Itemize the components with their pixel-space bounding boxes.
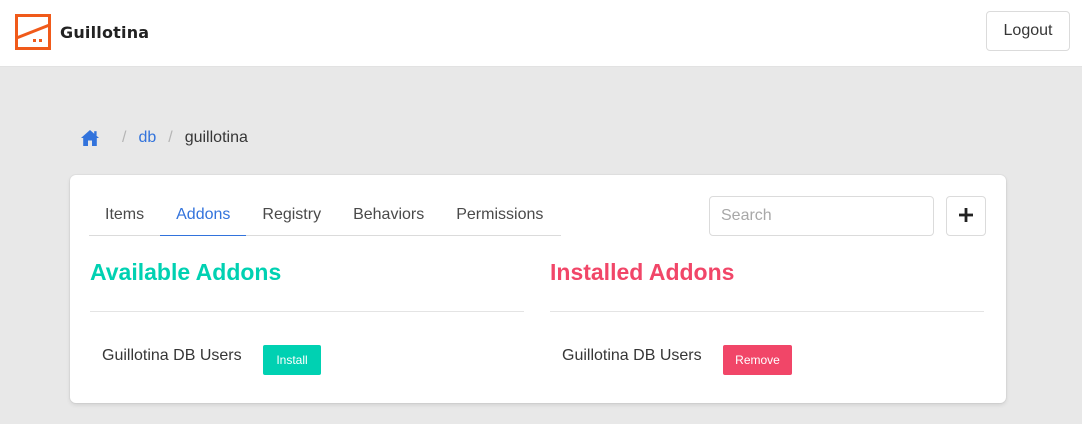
available-addons-title: Available Addons	[90, 259, 282, 285]
remove-button[interactable]: Remove	[723, 345, 792, 375]
search-input[interactable]	[709, 196, 934, 236]
tab-permissions[interactable]: Permissions	[440, 194, 559, 236]
logout-button[interactable]: Logout	[986, 11, 1070, 51]
tab-addons[interactable]: Addons	[160, 194, 247, 236]
breadcrumb-separator: /	[122, 129, 127, 146]
breadcrumb-item-db[interactable]: db	[138, 129, 156, 147]
home-icon[interactable]	[80, 129, 100, 147]
breadcrumb-item-current: guillotina	[184, 129, 248, 146]
divider	[550, 311, 984, 312]
available-addon-name: Guillotina DB Users	[102, 347, 242, 364]
guillotina-logo-icon	[15, 14, 51, 50]
tab-registry[interactable]: Registry	[246, 194, 337, 236]
breadcrumb: / db / guillotina	[80, 128, 248, 148]
installed-addons-title: Installed Addons	[550, 259, 735, 285]
brand-name: Guillotina	[60, 22, 150, 42]
tab-bar: Items Addons Registry Behaviors Permissi…	[89, 194, 561, 236]
plus-icon	[959, 207, 973, 225]
add-button[interactable]	[946, 196, 986, 236]
installed-addon-name: Guillotina DB Users	[562, 347, 702, 364]
divider	[90, 311, 524, 312]
addons-panel: Items Addons Registry Behaviors Permissi…	[70, 175, 1006, 403]
breadcrumb-separator: /	[168, 129, 173, 146]
tab-behaviors[interactable]: Behaviors	[337, 194, 440, 236]
tab-items[interactable]: Items	[89, 194, 160, 236]
top-navbar: Guillotina Logout	[0, 0, 1082, 67]
brand[interactable]: Guillotina	[15, 14, 149, 50]
install-button[interactable]: Install	[263, 345, 321, 375]
